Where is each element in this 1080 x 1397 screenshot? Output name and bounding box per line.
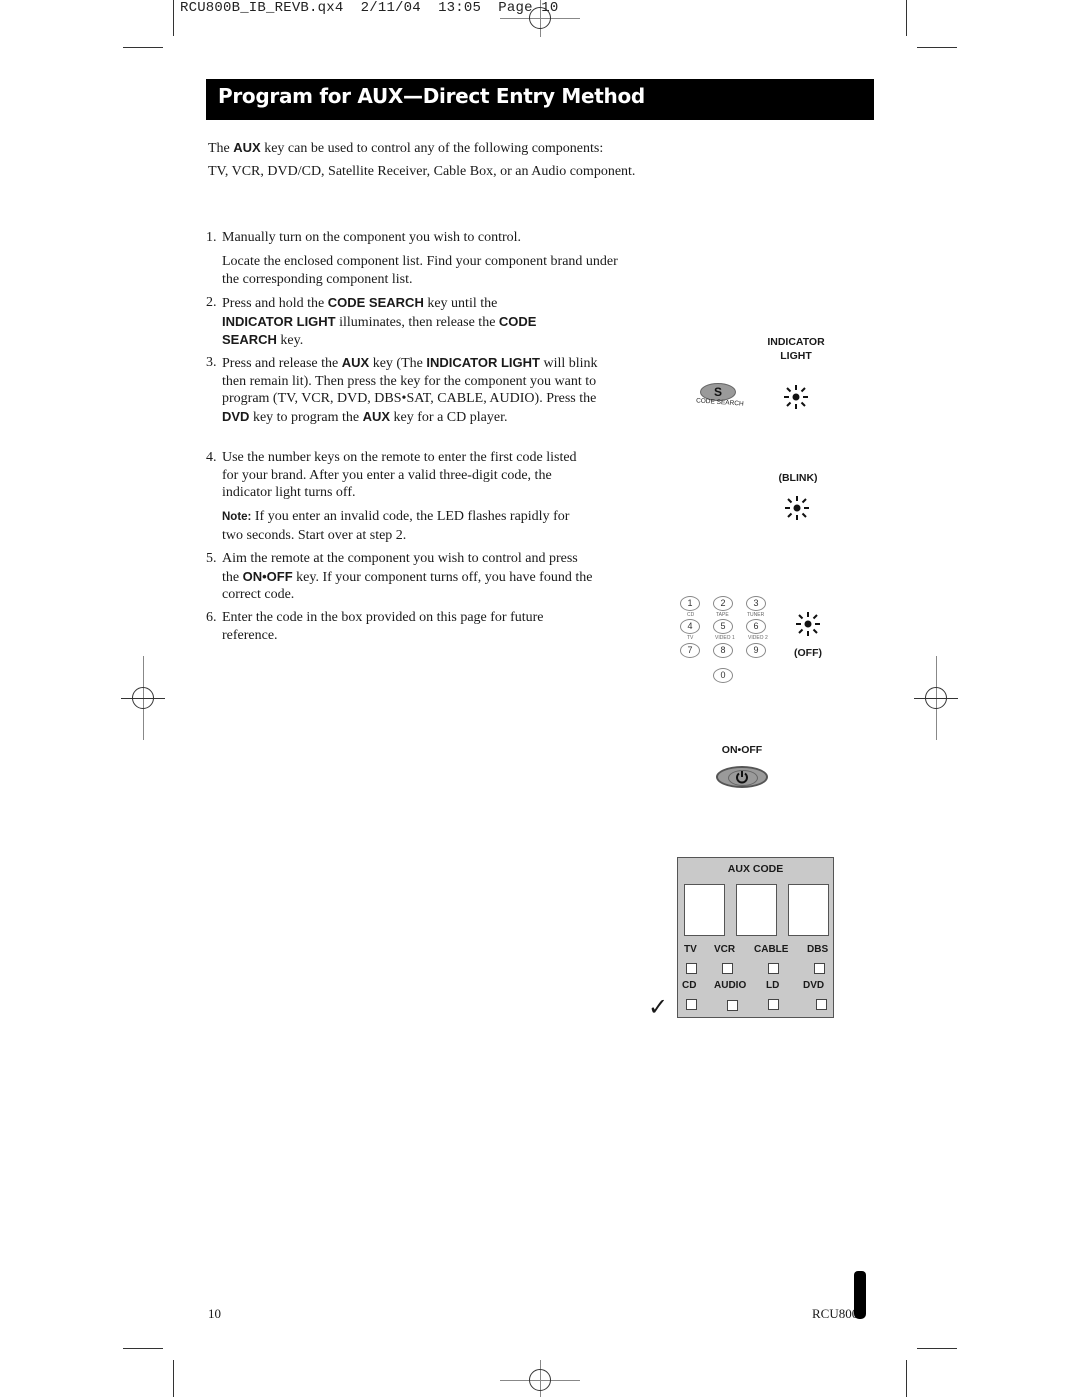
- checkbox-cd[interactable]: [686, 999, 697, 1010]
- slug-line: RCU800B_IB_REVB.qx4 2/11/04 13:05 Page 1…: [180, 0, 559, 16]
- key-6-caption: VIDEO 2: [748, 635, 768, 641]
- label-dbs: DBS: [807, 944, 829, 955]
- key-1-caption: CD: [687, 612, 695, 618]
- step-6: 6. Enter the code in the box provided on…: [206, 610, 544, 643]
- label-audio: AUDIO: [714, 980, 747, 991]
- key-5[interactable]: 5: [713, 619, 733, 634]
- step-2: 2. Press and hold the CODE SEARCH key un…: [206, 295, 537, 348]
- step-1-sub: Locate the enclosed component list. Find…: [222, 254, 618, 287]
- step-4: 4. Use the number keys on the remote to …: [206, 450, 577, 500]
- slug-time: 13:05: [438, 0, 482, 16]
- indicator-light-off-icon: [796, 612, 820, 636]
- checkbox-dvd[interactable]: [816, 999, 827, 1010]
- checkbox-dbs[interactable]: [814, 963, 825, 974]
- checkmark-icon: ✓: [648, 993, 669, 1021]
- off-label: (OFF): [794, 647, 822, 659]
- key-0[interactable]: 0: [713, 668, 733, 683]
- step-3: 3. Press and release the AUX key (The IN…: [206, 355, 598, 425]
- key-2-caption: TAPE: [716, 612, 729, 618]
- footer-model: RCU800: [812, 1306, 859, 1321]
- key-1[interactable]: 1: [680, 596, 700, 611]
- key-4[interactable]: 4: [680, 619, 700, 634]
- onoff-label: ON•OFF: [721, 744, 763, 756]
- power-icon: [736, 771, 748, 784]
- blink-label: (BLINK): [778, 472, 818, 484]
- label-dvd: DVD: [803, 980, 825, 991]
- footer-page-number: 10: [208, 1306, 221, 1321]
- intro-line-1: The AUX key can be used to control any o…: [208, 140, 604, 156]
- checkbox-audio[interactable]: [727, 1000, 738, 1011]
- slug-page-label: Page: [498, 0, 533, 16]
- checkbox-tv[interactable]: [686, 963, 697, 974]
- checkbox-ld[interactable]: [768, 999, 779, 1010]
- slug-date: 2/11/04: [360, 0, 421, 16]
- page-title: Program for AUX—Direct Entry Method: [218, 84, 645, 108]
- key-9[interactable]: 9: [746, 643, 766, 658]
- intro-line-2: TV, VCR, DVD/CD, Satellite Receiver, Cab…: [208, 164, 636, 179]
- key-3-caption: TUNER: [747, 612, 765, 618]
- title-bar: Program for AUX—Direct Entry Method: [206, 79, 874, 120]
- label-ld: LD: [766, 980, 780, 991]
- key-5-caption: VIDEO 1: [715, 635, 735, 641]
- indicator-light-blink-icon: [785, 496, 809, 520]
- key-4-caption: TV: [687, 635, 694, 641]
- key-6[interactable]: 6: [746, 619, 766, 634]
- indicator-light-label: INDICATOR LIGHT: [767, 336, 825, 362]
- label-cd: CD: [682, 980, 697, 991]
- step-4-note: Note: If you enter an invalid code, the …: [222, 509, 570, 543]
- checkbox-vcr[interactable]: [722, 963, 733, 974]
- code-digit-2[interactable]: [736, 884, 777, 936]
- label-vcr: VCR: [714, 944, 736, 955]
- step-5: 5. Aim the remote at the component you w…: [206, 551, 593, 602]
- key-2[interactable]: 2: [713, 596, 733, 611]
- checkbox-cable[interactable]: [768, 963, 779, 974]
- slug-filename: RCU800B_IB_REVB.qx4: [180, 0, 344, 16]
- label-tv: TV: [684, 944, 697, 955]
- key-3[interactable]: 3: [746, 596, 766, 611]
- aux-code-header: AUX CODE: [727, 863, 784, 875]
- code-digit-1[interactable]: [684, 884, 725, 936]
- code-digit-3[interactable]: [788, 884, 829, 936]
- key-7[interactable]: 7: [680, 643, 700, 658]
- page-tab-marker: [854, 1271, 866, 1319]
- key-8[interactable]: 8: [713, 643, 733, 658]
- label-cable: CABLE: [754, 944, 789, 955]
- aux-code-box: AUX CODE TV VCR CABLE DBS CD AUDIO LD DV…: [677, 857, 834, 1018]
- step-1: 1. Manually turn on the component you wi…: [206, 230, 522, 245]
- indicator-light-lit-icon: [784, 385, 808, 409]
- code-search-caption: CODE SEARCH: [695, 397, 744, 408]
